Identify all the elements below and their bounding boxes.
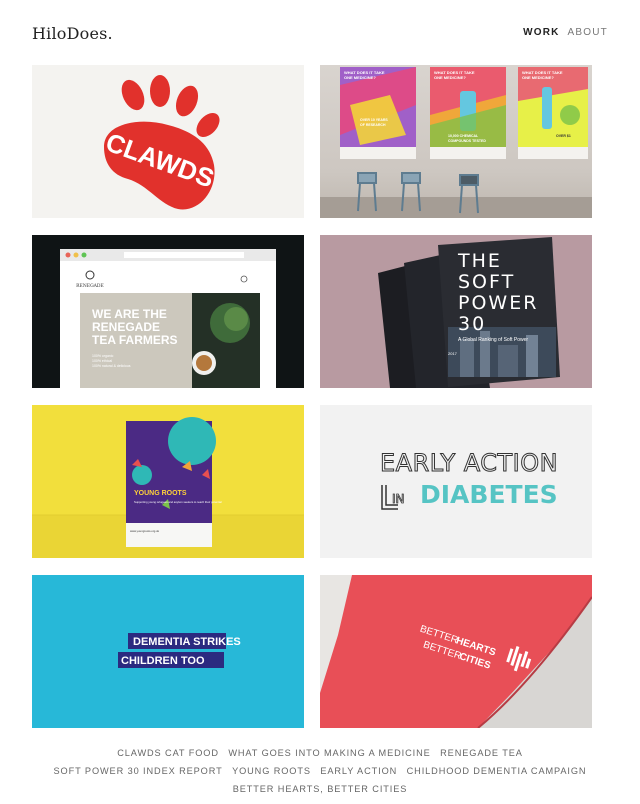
medicine-poster-3: WHAT DOES IT TAKE ONE MEDICINE? OVER $1 <box>518 67 588 159</box>
project-tile-medicine[interactable]: WHAT DOES IT TAKE ONE MEDICINE? OVER 10 … <box>320 65 592 218</box>
early-action-logo: EARLY ACTION IN DIABETES <box>380 449 558 510</box>
project-tile-young-roots[interactable]: YOUNG ROOTS Supporting young refugees an… <box>32 405 304 558</box>
footer-link-better-hearts[interactable]: BETTER HEARTS, BETTER CITIES <box>233 784 408 794</box>
svg-text:POWER: POWER <box>458 292 538 314</box>
nav-work-link[interactable]: WORK <box>523 27 559 38</box>
svg-text:ONE MEDICINE?: ONE MEDICINE? <box>434 75 466 80</box>
svg-text:100% organic: 100% organic <box>92 354 114 358</box>
svg-text:OF RESEARCH: OF RESEARCH <box>360 123 386 127</box>
project-tile-early-action[interactable]: EARLY ACTION IN DIABETES <box>320 405 592 558</box>
project-tile-soft-power-30[interactable]: THE SOFT POWER 30 A Global Ranking of So… <box>320 235 592 388</box>
svg-text:SOFT: SOFT <box>458 271 515 293</box>
medicine-poster-1: WHAT DOES IT TAKE ONE MEDICINE? OVER 10 … <box>340 67 416 159</box>
svg-text:100% natural & delicious: 100% natural & delicious <box>92 364 131 368</box>
project-links: CLAWDS CAT FOOD WHAT GOES INTO MAKING A … <box>0 744 640 798</box>
svg-text:COMPOUNDS TESTED: COMPOUNDS TESTED <box>448 139 486 143</box>
svg-text:A Global Ranking of Soft Power: A Global Ranking of Soft Power <box>458 337 528 343</box>
svg-text:RENEGADE: RENEGADE <box>92 320 160 334</box>
footer-link-young-roots[interactable]: YOUNG ROOTS <box>232 766 311 776</box>
footer-link-soft-power[interactable]: SOFT POWER 30 INDEX REPORT <box>54 766 223 776</box>
footer-link-clawds[interactable]: CLAWDS CAT FOOD <box>117 748 219 758</box>
main-nav: WORK ABOUT <box>523 27 608 38</box>
svg-text:ONE MEDICINE?: ONE MEDICINE? <box>344 75 376 80</box>
svg-text:DIABETES: DIABETES <box>420 480 558 509</box>
project-tile-better-hearts[interactable]: BETTER HEARTS BETTER CITIES <box>320 575 592 728</box>
medicine-poster-2: WHAT DOES IT TAKE ONE MEDICINE? 10,000 C… <box>430 67 506 159</box>
dementia-campaign-graphic: DEMENTIA STRIKES CHILDREN TOO <box>118 633 241 668</box>
svg-text:OVER $1: OVER $1 <box>556 134 571 138</box>
svg-text:CHILDREN TOO: CHILDREN TOO <box>121 655 205 667</box>
clawds-paw-logo: CLAWDS <box>102 75 220 210</box>
svg-text:DEMENTIA STRIKES: DEMENTIA STRIKES <box>133 636 241 648</box>
better-hearts-brochure: BETTER HEARTS BETTER CITIES <box>320 575 592 728</box>
footer-link-dementia[interactable]: CHILDHOOD DEMENTIA CAMPAIGN <box>407 766 587 776</box>
svg-text:WE ARE THE: WE ARE THE <box>92 307 167 321</box>
svg-text:30: 30 <box>458 313 486 335</box>
svg-text:2017: 2017 <box>448 351 458 356</box>
medicine-posters-photo: WHAT DOES IT TAKE ONE MEDICINE? OVER 10 … <box>320 67 592 218</box>
project-tile-childhood-dementia[interactable]: DEMENTIA STRIKES CHILDREN TOO <box>32 575 304 728</box>
svg-text:10,000 CHEMICAL: 10,000 CHEMICAL <box>448 134 479 138</box>
svg-text:OVER 10 YEARS: OVER 10 YEARS <box>360 118 388 122</box>
svg-text:RENEGADE: RENEGADE <box>76 283 104 289</box>
project-tile-clawds[interactable]: CLAWDS <box>32 65 304 218</box>
svg-text:www.youngroots.org.uk: www.youngroots.org.uk <box>130 529 160 533</box>
svg-text:IN: IN <box>392 492 405 506</box>
renegade-browser-mockup: RENEGADE WE ARE THE RENEGADE TEA FARMERS… <box>60 249 276 388</box>
svg-text:YOUNG ROOTS: YOUNG ROOTS <box>134 490 187 497</box>
footer-link-medicine[interactable]: WHAT GOES INTO MAKING A MEDICINE <box>228 748 430 758</box>
nav-about-link[interactable]: ABOUT <box>568 27 608 38</box>
footer-link-early-action[interactable]: EARLY ACTION <box>320 766 397 776</box>
soft-power-report-stack: THE SOFT POWER 30 A Global Ranking of So… <box>378 237 560 388</box>
project-tile-renegade-tea[interactable]: RENEGADE WE ARE THE RENEGADE TEA FARMERS… <box>32 235 304 388</box>
footer-link-renegade-tea[interactable]: RENEGADE TEA <box>440 748 523 758</box>
svg-text:THE: THE <box>457 250 502 272</box>
svg-text:100% ethical: 100% ethical <box>92 359 112 363</box>
svg-text:Supporting young refugees and: Supporting young refugees and asylum see… <box>134 500 222 504</box>
svg-text:TEA FARMERS: TEA FARMERS <box>92 333 178 347</box>
young-roots-leaflet: YOUNG ROOTS Supporting young refugees an… <box>32 417 304 558</box>
svg-text:EARLY ACTION: EARLY ACTION <box>380 449 558 477</box>
svg-text:ONE MEDICINE?: ONE MEDICINE? <box>522 75 554 80</box>
site-logo[interactable]: HiloDoes. <box>32 24 113 43</box>
